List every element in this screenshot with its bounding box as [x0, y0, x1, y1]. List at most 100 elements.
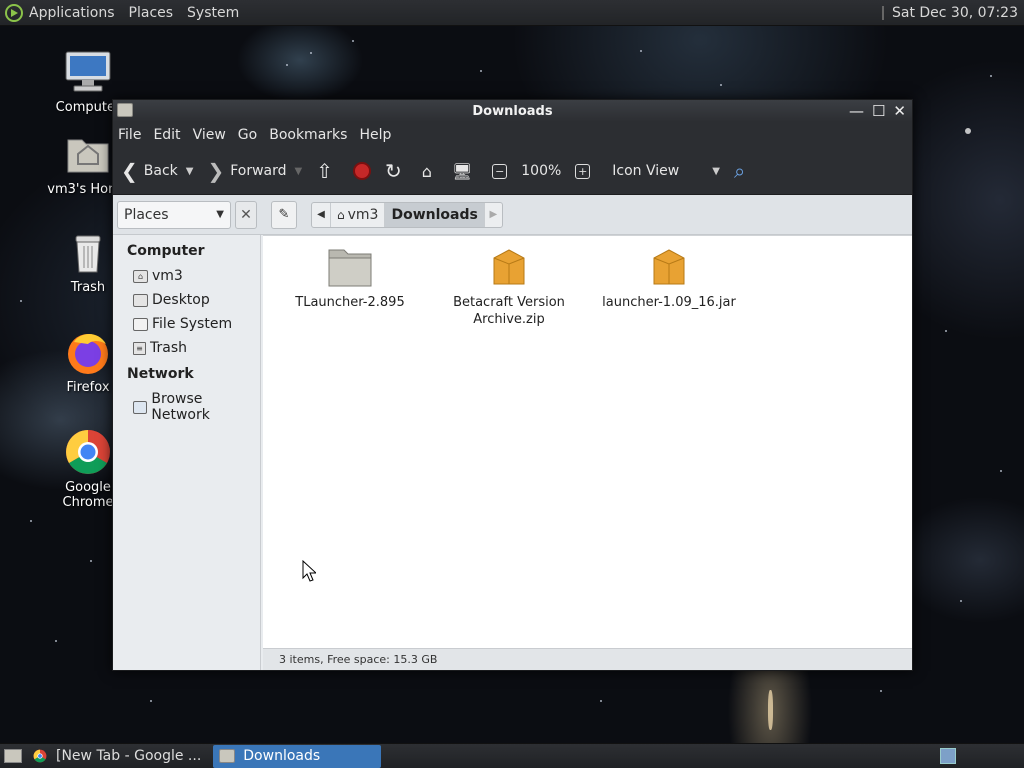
taskbar-item-downloads[interactable]: Downloads — [213, 744, 382, 768]
back-arrow-icon: ❮ — [121, 159, 138, 183]
menu-applications[interactable]: Applications — [29, 5, 115, 21]
menu-file[interactable]: File — [118, 127, 141, 143]
zoom-level: 100% — [521, 163, 561, 179]
zoom-out-icon: − — [492, 163, 508, 179]
sidebar-item-file-system[interactable]: File System — [113, 312, 260, 336]
file-name-line1: Betacraft Version — [453, 295, 565, 310]
close-sidebar-button[interactable]: ✕ — [235, 200, 257, 229]
view-mode-select[interactable]: Icon View ▼ — [612, 163, 720, 179]
window-title: Downloads — [472, 103, 553, 119]
breadcrumb-left-icon[interactable]: ◀ — [312, 203, 330, 227]
minimize-icon[interactable]: — — [849, 102, 864, 120]
desktop-icon-label: Google Chrome — [62, 480, 114, 510]
stop-button[interactable] — [353, 162, 372, 180]
computer-icon — [64, 48, 112, 96]
clock[interactable]: Sat Dec 30, 07:23 — [892, 5, 1018, 21]
maximize-icon[interactable]: ☐ — [872, 102, 885, 120]
menu-edit[interactable]: Edit — [153, 127, 180, 143]
bottom-taskbar: [New Tab - Google ... Downloads — [0, 743, 1024, 768]
up-button[interactable]: ⇧ — [316, 159, 339, 183]
menu-bookmarks[interactable]: Bookmarks — [269, 127, 347, 143]
file-item-tlauncher[interactable]: TLauncher-2.895 — [275, 246, 425, 311]
toggle-location-entry-button[interactable]: ✎ — [271, 200, 297, 229]
menu-places[interactable]: Places — [129, 5, 174, 21]
edit-icon: ✎ — [278, 207, 290, 222]
reload-button[interactable]: ↻ — [385, 159, 408, 183]
show-desktop-icon — [4, 749, 22, 763]
menu-system[interactable]: System — [187, 5, 239, 21]
desktop-folder-icon — [133, 293, 148, 307]
window-titlebar[interactable]: Downloads — ☐ ✕ — [113, 100, 912, 122]
sidebar-item-label: vm3 — [152, 268, 183, 284]
sidebar-item-browse-network[interactable]: Browse Network — [113, 387, 260, 427]
breadcrumb: ◀ ⌂ vm3 Downloads ▶ — [311, 201, 503, 228]
menu-go[interactable]: Go — [238, 127, 257, 143]
toolbar: ❮ Back ▼ ❯ Forward ▼ ⇧ ↻ ⌂ 🖥 − 100% + Ic… — [113, 148, 912, 195]
stop-icon — [353, 162, 372, 180]
network-icon — [133, 400, 148, 414]
firefox-icon — [64, 328, 112, 376]
breadcrumb-label: vm3 — [347, 206, 379, 223]
desktop-icon-label: Firefox — [66, 380, 110, 395]
forward-button[interactable]: ❯ Forward ▼ — [207, 159, 302, 183]
breadcrumb-item-vm3[interactable]: ⌂ vm3 — [330, 202, 384, 227]
folder-icon — [327, 246, 373, 288]
file-manager-window: Downloads — ☐ ✕ File Edit View Go Bookma… — [112, 99, 913, 671]
home-folder-icon: ⌂ — [421, 161, 432, 181]
forward-history-dropdown-icon[interactable]: ▼ — [295, 166, 303, 177]
computer-button[interactable]: 🖥 — [452, 162, 478, 181]
file-item-betacraft[interactable]: Betacraft Version Archive.zip — [434, 246, 584, 328]
sidebar-item-vm3[interactable]: ⌂ vm3 — [113, 264, 260, 288]
up-arrow-icon: ⇧ — [316, 159, 334, 183]
show-desktop-button[interactable] — [0, 745, 26, 768]
chevron-down-icon: ▼ — [216, 209, 224, 220]
sidebar-item-trash[interactable]: ≡ Trash — [113, 336, 260, 360]
workspace-switcher[interactable] — [940, 748, 956, 764]
back-button[interactable]: ❮ Back ▼ — [121, 159, 193, 183]
taskbar-item-label: Downloads — [243, 748, 321, 764]
close-icon[interactable]: ✕ — [893, 102, 906, 120]
trash-icon — [64, 228, 112, 276]
reload-icon: ↻ — [385, 159, 402, 183]
back-label: Back — [143, 163, 178, 179]
close-icon: ✕ — [240, 206, 252, 223]
breadcrumb-right-icon[interactable]: ▶ — [483, 202, 502, 227]
sidebar-type-select[interactable]: Places ▼ — [117, 200, 231, 229]
sidebar-item-label: Browse Network — [151, 391, 210, 423]
archive-icon — [490, 246, 528, 288]
taskbar-item-label: [New Tab - Google ... — [56, 748, 202, 764]
sidebar-section-computer: Computer — [127, 243, 205, 259]
file-name: launcher-1.09_16.jar — [602, 295, 736, 310]
home-button[interactable]: ⌂ — [422, 162, 438, 181]
back-history-dropdown-icon[interactable]: ▼ — [186, 166, 194, 177]
chevron-down-icon: ▼ — [712, 165, 720, 177]
search-icon: ⌕ — [733, 159, 746, 183]
archive-icon — [650, 246, 688, 288]
forward-arrow-icon: ❯ — [207, 159, 225, 183]
menu-help[interactable]: Help — [359, 127, 391, 143]
chrome-icon — [64, 428, 112, 476]
file-item-launcher-jar[interactable]: launcher-1.09_16.jar — [594, 246, 744, 311]
menubar: File Edit View Go Bookmarks Help — [113, 122, 912, 148]
distro-logo-icon[interactable] — [5, 3, 23, 22]
trash-icon: ≡ — [133, 341, 146, 355]
folder-icon — [219, 749, 236, 763]
top-panel: Applications Places System Sat Dec 30, 0… — [0, 0, 1024, 26]
sidebar-item-desktop[interactable]: Desktop — [113, 288, 260, 312]
home-folder-icon: ⌂ — [133, 269, 148, 283]
sidebar: Computer ⌂ vm3 Desktop File System ≡ Tra… — [113, 235, 261, 670]
taskbar-item-chrome[interactable]: [New Tab - Google ... — [26, 745, 207, 768]
file-name-line2: Archive.zip — [473, 312, 545, 327]
file-icon-view[interactable]: TLauncher-2.895 Betacraft Version Archiv… — [263, 235, 912, 648]
panel-separator — [881, 5, 884, 20]
menu-view[interactable]: View — [193, 127, 226, 143]
search-button[interactable]: ⌕ — [734, 159, 751, 183]
zoom-in-button[interactable]: + — [575, 163, 591, 179]
breadcrumb-item-downloads[interactable]: Downloads — [384, 202, 484, 227]
view-mode-value: Icon View — [612, 163, 680, 179]
forward-label: Forward — [230, 163, 287, 179]
zoom-out-button[interactable]: − — [492, 163, 508, 179]
location-bar: Places ▼ ✕ ✎ ◀ ⌂ vm3 Downloads ▶ — [113, 195, 912, 235]
folder-icon — [117, 103, 133, 117]
status-bar: 3 items, Free space: 15.3 GB — [263, 648, 912, 670]
